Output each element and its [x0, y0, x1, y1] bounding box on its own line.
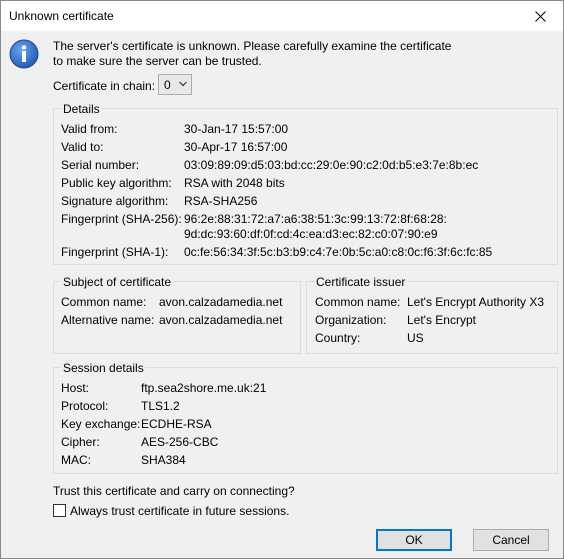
fp1-value: 0c:fe:56:34:3f:5c:b3:b9:c4:7e:0b:5c:a0:c…	[184, 245, 493, 259]
mac-value: SHA384	[141, 453, 186, 467]
cipher-value: AES-256-CBC	[141, 435, 219, 449]
kex-value: ECDHE-RSA	[141, 417, 212, 431]
message-line-2: to make sure the server can be trusted.	[53, 54, 262, 68]
fp256-value-line-2: 9d:dc:93:60:df:0f:cd:4c:ea:d3:ec:82:c0:0…	[184, 227, 438, 241]
subject-alt-value: avon.calzadamedia.net	[159, 313, 283, 327]
always-trust-checkbox[interactable]	[53, 504, 66, 517]
sigalg-label: Signature algorithm:	[61, 194, 169, 208]
valid-to-label: Valid to:	[61, 140, 104, 154]
protocol-value: TLS1.2	[141, 399, 180, 413]
ok-button[interactable]: OK	[376, 529, 452, 551]
session-group: Session details Host: ftp.sea2shore.me.u…	[53, 361, 558, 474]
pubkey-value: RSA with 2048 bits	[184, 176, 285, 190]
issuer-country-label: Country:	[315, 331, 361, 345]
info-message: The server's certificate is unknown. Ple…	[53, 39, 533, 69]
issuer-org-value: Let's Encrypt	[407, 313, 476, 327]
issuer-title: Certificate issuer	[315, 275, 407, 289]
valid-from-value: 30-Jan-17 15:57:00	[184, 122, 289, 136]
message-line-1: The server's certificate is unknown. Ple…	[53, 39, 452, 53]
subject-cn-label: Common name:	[61, 295, 147, 309]
subject-cn-value: avon.calzadamedia.net	[159, 295, 283, 309]
issuer-country-value: US	[407, 331, 424, 345]
title-bar: Unknown certificate	[1, 1, 563, 31]
fp256-label: Fingerprint (SHA-256):	[61, 212, 182, 226]
kex-label: Key exchange:	[61, 417, 141, 431]
fp256-value-line-1: 96:2e:88:31:72:a7:a6:38:51:3c:99:13:72:8…	[184, 212, 447, 226]
pubkey-label: Public key algorithm:	[61, 176, 172, 190]
close-icon	[534, 10, 546, 22]
chevron-down-icon	[179, 81, 187, 87]
valid-from-label: Valid from:	[61, 122, 118, 136]
fp1-label: Fingerprint (SHA-1):	[61, 245, 169, 259]
mac-label: MAC:	[61, 453, 91, 467]
chain-select[interactable]: 0	[158, 74, 192, 95]
ok-button-label: OK	[405, 533, 423, 547]
subject-group: Subject of certificate Common name: avon…	[53, 275, 301, 354]
cancel-button[interactable]: Cancel	[473, 529, 549, 551]
issuer-cn-label: Common name:	[315, 295, 401, 309]
always-trust-label[interactable]: Always trust certificate in future sessi…	[70, 504, 289, 518]
serial-label: Serial number:	[61, 158, 140, 172]
issuer-cn-value: Let's Encrypt Authority X3	[407, 295, 545, 309]
details-group: Details Valid from: 30-Jan-17 15:57:00 V…	[53, 102, 558, 265]
window-title: Unknown certificate	[9, 9, 114, 23]
details-title: Details	[62, 102, 101, 116]
cipher-label: Cipher:	[61, 435, 100, 449]
session-title: Session details	[62, 361, 145, 375]
chain-select-value: 0	[164, 78, 171, 92]
trust-question: Trust this certificate and carry on conn…	[53, 484, 295, 498]
cancel-button-label: Cancel	[492, 533, 530, 547]
host-label: Host:	[61, 381, 90, 395]
issuer-org-label: Organization:	[315, 313, 387, 327]
serial-value: 03:09:89:09:d5:03:bd:cc:29:0e:90:c2:0d:b…	[184, 158, 479, 172]
protocol-label: Protocol:	[61, 399, 109, 413]
valid-to-value: 30-Apr-17 16:57:00	[184, 140, 288, 154]
close-button[interactable]	[517, 1, 563, 31]
sigalg-value: RSA-SHA256	[184, 194, 258, 208]
host-value: ftp.sea2shore.me.uk:21	[141, 381, 267, 395]
chain-label: Certificate in chain:	[53, 79, 156, 93]
info-icon	[9, 39, 39, 69]
subject-alt-label: Alternative name:	[61, 313, 155, 327]
issuer-group: Certificate issuer Common name: Let's En…	[306, 275, 558, 354]
certificate-dialog: Unknown certificate The server's certifi…	[0, 0, 564, 559]
subject-title: Subject of certificate	[62, 275, 173, 289]
